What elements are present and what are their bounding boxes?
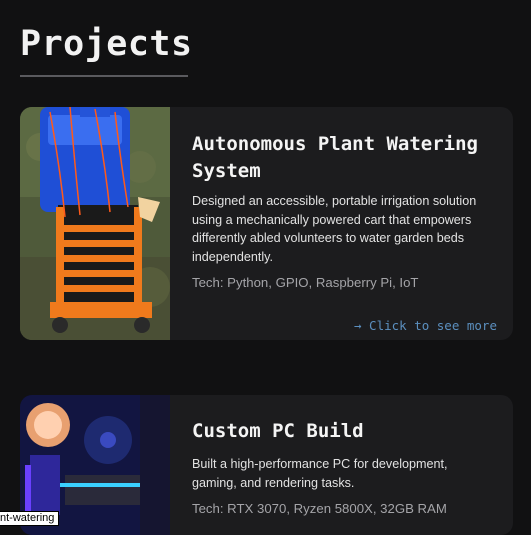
project-tech: Tech: Python, GPIO, Raspberry Pi, IoT xyxy=(192,275,419,290)
project-description: Designed an accessible, portable irrigat… xyxy=(192,194,477,264)
project-title: Custom PC Build xyxy=(192,420,364,442)
click-to-see-more-link[interactable]: → Click to see more xyxy=(354,318,497,333)
section-title: Projects xyxy=(20,24,193,64)
project-title-line2: System xyxy=(192,160,261,182)
project-image-plant-watering[interactable] xyxy=(20,107,170,340)
project-tech: Tech: RTX 3070, Ryzen 5800X, 32GB RAM xyxy=(192,501,447,516)
project-card-plant-watering[interactable]: Autonomous Plant Watering System Designe… xyxy=(20,107,513,340)
project-description: Built a high-performance PC for developm… xyxy=(192,457,448,490)
project-title: Autonomous Plant Watering System xyxy=(192,131,478,185)
project-card-pc-build[interactable]: Custom PC Build Built a high-performance… xyxy=(20,395,513,535)
project-title-line1: Autonomous Plant Watering xyxy=(192,133,478,155)
title-underline xyxy=(20,75,188,77)
